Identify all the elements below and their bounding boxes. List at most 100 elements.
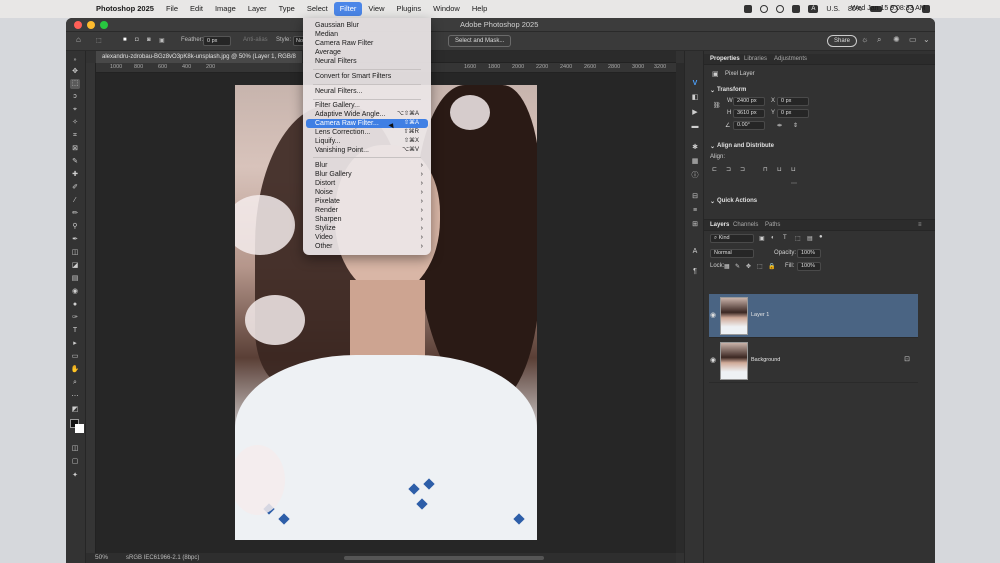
opacity-field[interactable]: 100%	[797, 249, 821, 258]
align-left-icon[interactable]: ⊏	[712, 166, 717, 173]
menu-item-median[interactable]: Median	[306, 30, 428, 39]
app-menu[interactable]: Photoshop 2025	[90, 0, 160, 18]
lock-all-icon[interactable]: 🔒	[768, 263, 775, 270]
width-field[interactable]: 2400 px	[733, 97, 765, 106]
flip-horizontal-icon[interactable]: ⇹	[777, 122, 782, 129]
filter-smart-icon[interactable]: ▤	[807, 235, 813, 242]
workspace-icon[interactable]: ▭	[909, 35, 917, 44]
submenu-sharpen[interactable]: Sharpen ›	[306, 215, 428, 224]
remove-tool-icon[interactable]: ✐	[70, 183, 80, 193]
y-field[interactable]: 0 px	[777, 109, 809, 118]
discover-icon[interactable]: ✺	[893, 35, 900, 44]
select-and-mask-button[interactable]: Select and Mask...	[448, 35, 512, 47]
gradient-tool-icon[interactable]: ▤	[70, 274, 80, 284]
path-select-tool-icon[interactable]: ▸	[70, 339, 80, 349]
antialias-checkbox[interactable]: Anti-alias	[243, 37, 268, 43]
comments-icon[interactable]: ▬	[690, 122, 700, 132]
layer-row-layer-1[interactable]: ◉ Layer 1	[709, 294, 918, 338]
layer-row-background[interactable]: ◉ Background ⊡	[709, 339, 918, 383]
move-tool-icon[interactable]: ✥	[70, 67, 80, 77]
menu-item-neural-filters[interactable]: Neural Filters...	[306, 87, 428, 96]
tab-adjustments[interactable]: Adjustments	[774, 56, 807, 62]
screen-mode-icon[interactable]: ▢	[70, 457, 80, 467]
pen-tool-icon[interactable]: ✑	[70, 313, 80, 323]
menu-item-lens-correction[interactable]: Lens Correction... ⇧⌘R	[306, 128, 428, 137]
background-color-swatch[interactable]	[75, 424, 84, 433]
menu-item-camera-raw-recent[interactable]: Camera Raw Filter	[306, 39, 428, 48]
generative-icon[interactable]: ✦	[70, 471, 80, 481]
align-right-icon[interactable]: ⊐	[740, 166, 745, 173]
menu-item-adaptive-wide-angle[interactable]: Adaptive Wide Angle... ⌥⇧⌘A	[306, 110, 428, 119]
more-tools-icon[interactable]: ⋯	[70, 392, 80, 402]
lasso-tool-icon[interactable]: ↄ	[70, 92, 80, 102]
tab-libraries[interactable]: Libraries	[744, 56, 767, 62]
quick-actions-title[interactable]: Quick Actions	[717, 198, 757, 204]
menu-image[interactable]: Image	[209, 0, 242, 18]
brush-settings-icon[interactable]: ✱	[690, 143, 700, 153]
zoom-level[interactable]: 50%	[95, 554, 108, 561]
toolbar-collapse-icon[interactable]: »	[70, 55, 80, 65]
share-button[interactable]: Share	[827, 35, 858, 47]
submenu-pixelate[interactable]: Pixelate ›	[306, 197, 428, 206]
frame-tool-icon[interactable]: ⊠	[70, 144, 80, 154]
submenu-noise[interactable]: Noise ›	[306, 188, 428, 197]
brush-tool-icon[interactable]: ⁄	[70, 196, 80, 206]
marquee-tool-icon[interactable]: ⬚	[70, 79, 80, 89]
horizontal-scrollbar[interactable]	[344, 556, 544, 560]
default-colors-icon[interactable]: ◩	[70, 405, 80, 415]
intersect-selection-icon[interactable]: ▣	[159, 37, 165, 44]
clone-stamp-tool-icon[interactable]: ⚲	[70, 222, 80, 232]
visibility-eye-icon[interactable]: ◉	[710, 356, 716, 364]
menu-item-neural-recent[interactable]: Neural Filters	[306, 57, 428, 66]
menu-view[interactable]: View	[362, 0, 390, 18]
tab-channels[interactable]: Channels	[733, 222, 758, 228]
plugin-icon[interactable]: V	[690, 79, 700, 89]
submenu-blur[interactable]: Blur ›	[306, 161, 428, 170]
height-field[interactable]: 3610 px	[733, 109, 765, 118]
menu-type[interactable]: Type	[273, 0, 301, 18]
marquee-preset-icon[interactable]: ⬚	[96, 37, 102, 44]
filter-type-icon[interactable]: T	[783, 235, 787, 241]
submenu-distort[interactable]: Distort ›	[306, 179, 428, 188]
submenu-video[interactable]: Video ›	[306, 233, 428, 242]
tab-properties[interactable]: Properties	[710, 56, 740, 62]
menu-select[interactable]: Select	[301, 0, 334, 18]
layer-name[interactable]: Background	[751, 357, 780, 363]
menu-plugins[interactable]: Plugins	[391, 0, 428, 18]
layer-name[interactable]: Layer 1	[751, 312, 769, 318]
object-select-tool-icon[interactable]: ⌖	[70, 105, 80, 115]
vertical-scrollbar[interactable]	[676, 63, 684, 553]
crop-tool-icon[interactable]: ⌗	[70, 131, 80, 141]
type-tool-icon[interactable]: T	[70, 326, 80, 336]
lock-artboard-icon[interactable]: ⬚	[757, 263, 763, 270]
add-selection-icon[interactable]: ◘	[135, 37, 139, 43]
paths-icon[interactable]: ⊞	[690, 220, 700, 230]
home-icon[interactable]: ⌂	[76, 35, 81, 44]
menubar-clock[interactable]: Wed Jan 15 9:08:33 AM	[851, 0, 926, 18]
menu-item-liquify[interactable]: Liquify... ⇧⌘X	[306, 137, 428, 146]
menu-layer[interactable]: Layer	[242, 0, 273, 18]
menu-item-filter-gallery[interactable]: Filter Gallery...	[306, 101, 428, 110]
feather-input[interactable]: 0 px	[203, 36, 231, 46]
actions-icon[interactable]: ▶	[690, 108, 700, 118]
bulb-icon[interactable]: ☼	[861, 35, 868, 44]
layer-comps-icon[interactable]: ◧	[690, 93, 700, 103]
submenu-render[interactable]: Render ›	[306, 206, 428, 215]
pencil-tool-icon[interactable]: ✏	[70, 209, 80, 219]
transform-chevron-icon[interactable]: ⌄	[710, 87, 715, 94]
history-brush-tool-icon[interactable]: ✒	[70, 235, 80, 245]
maximize-window-icon[interactable]	[100, 21, 108, 29]
paragraph-icon[interactable]: ¶	[690, 267, 700, 277]
filter-adjustment-icon[interactable]: ◐	[771, 235, 775, 241]
menu-help[interactable]: Help	[466, 0, 493, 18]
minimize-window-icon[interactable]	[87, 21, 95, 29]
subtract-selection-icon[interactable]: ◙	[147, 37, 151, 43]
layer-filter-kind[interactable]: ⌕ Kind	[710, 234, 754, 243]
document-tab[interactable]: alexandru-zdrobau-BGz8vO3pK8k-unsplash.j…	[96, 51, 302, 63]
dropbox-icon[interactable]	[744, 5, 753, 13]
properties-icon[interactable]: ≡	[690, 206, 700, 216]
eraser-tool-icon[interactable]: ◫	[70, 248, 80, 258]
transform-title[interactable]: Transform	[717, 87, 746, 93]
tab-layers[interactable]: Layers	[710, 222, 729, 228]
blend-mode-select[interactable]: Normal	[710, 249, 754, 258]
